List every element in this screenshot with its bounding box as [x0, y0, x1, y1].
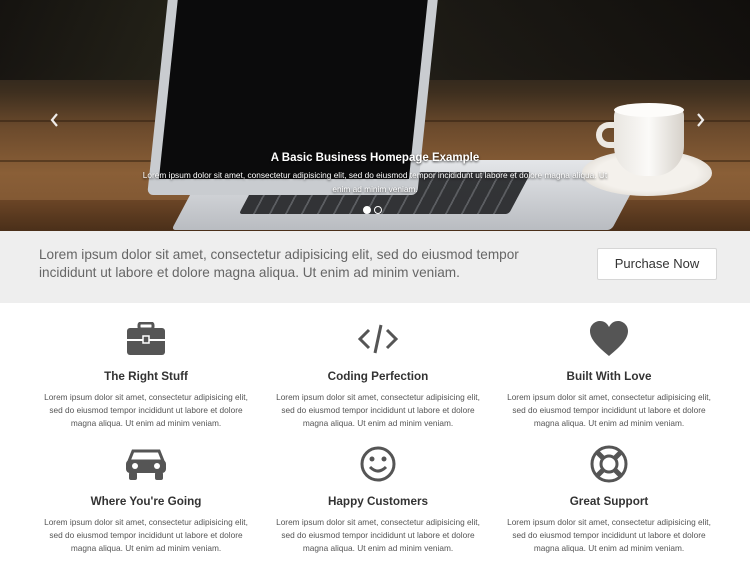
feature-item: Where You're Going Lorem ipsum dolor sit…: [30, 446, 262, 555]
smile-icon: [262, 446, 494, 482]
hero-carousel: A Basic Business Homepage Example Lorem …: [0, 0, 750, 231]
feature-item: Happy Customers Lorem ipsum dolor sit am…: [262, 446, 494, 555]
chevron-right-icon: [697, 113, 705, 127]
code-icon: [262, 321, 494, 357]
feature-title: Built With Love: [566, 370, 652, 383]
chevron-left-icon: [50, 113, 58, 127]
feature-title: The Right Stuff: [104, 370, 188, 383]
cup-rim-image: [614, 103, 684, 117]
life-ring-icon: [493, 445, 725, 483]
carousel-prev-button[interactable]: [50, 113, 59, 131]
feature-item: Great Support Lorem ipsum dolor sit amet…: [493, 445, 725, 555]
feature-title: Where You're Going: [90, 495, 202, 508]
car-icon: [30, 446, 262, 482]
carousel-title: A Basic Business Homepage Example: [270, 152, 480, 164]
carousel-next-button[interactable]: [696, 113, 705, 131]
feature-text: Lorem ipsum dolor sit amet, consectetur …: [507, 392, 711, 428]
carousel-indicators: [363, 206, 382, 214]
feature-text: Lorem ipsum dolor sit amet, consectetur …: [276, 392, 480, 428]
briefcase-icon: [30, 321, 262, 357]
feature-text: Lorem ipsum dolor sit amet, consectetur …: [276, 517, 480, 553]
feature-item: The Right Stuff Lorem ipsum dolor sit am…: [30, 321, 262, 430]
feature-text: Lorem ipsum dolor sit amet, consectetur …: [507, 517, 711, 553]
feature-text: Lorem ipsum dolor sit amet, consectetur …: [44, 392, 248, 428]
feature-title: Coding Perfection: [327, 370, 429, 383]
purchase-now-button[interactable]: Purchase Now: [597, 248, 717, 280]
feature-text: Lorem ipsum dolor sit amet, consectetur …: [44, 517, 248, 553]
features-section: The Right Stuff Lorem ipsum dolor sit am…: [0, 303, 750, 587]
feature-item: Built With Love Lorem ipsum dolor sit am…: [493, 321, 725, 430]
carousel-indicator-1[interactable]: [363, 206, 371, 214]
feature-title: Happy Customers: [327, 495, 429, 508]
feature-title: Great Support: [569, 495, 649, 508]
carousel-caption: A Basic Business Homepage Example Lorem …: [140, 152, 610, 196]
cta-text: Lorem ipsum dolor sit amet, consectetur …: [39, 247, 519, 280]
carousel-indicator-2[interactable]: [374, 206, 382, 214]
heart-icon: [493, 321, 725, 357]
feature-item: Coding Perfection Lorem ipsum dolor sit …: [262, 321, 494, 430]
carousel-text: Lorem ipsum dolor sit amet, consectetur …: [142, 170, 608, 194]
